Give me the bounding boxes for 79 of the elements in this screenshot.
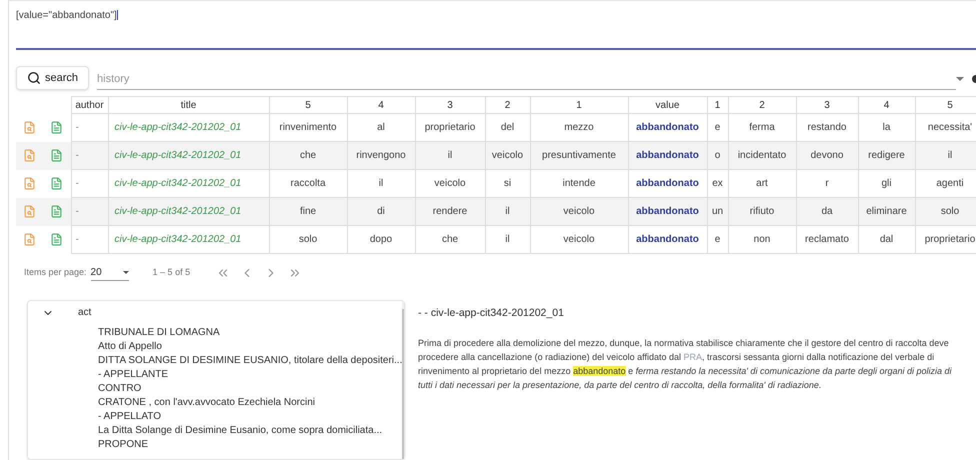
page-range: 1 – 5 of 5	[152, 266, 190, 280]
document-line: TRIBUNALE DI LOMAGNA	[98, 326, 221, 340]
table-cell: rendere	[415, 198, 485, 226]
table-cell: presuntivamente	[530, 142, 628, 170]
document-paragraph: Prima di procedere alla demolizione del mezzo, dunque, la normativa stabilisce chiaramente che il gestore del centro di raccolta deve procedere alla cancellazione (o radiazione) del veicolo affidato dal PRA, trascorsi sessanta giorni dalla notificazione del verbale di rinvenimento al proprietario del mezzo abbandonato e ferma restando la necessita' di comunicazione da parte degli organi di polizia di tutti i dati necessari per la presentazione, da parte del centro di raccolta, della formalita' di radiazione.	[418, 336, 953, 392]
column-header: 2	[485, 96, 530, 114]
table-cell: un	[707, 198, 728, 226]
items-per-page-label: Items per page:	[24, 266, 87, 280]
document-line: CRATONE , con l'avv.avvocato Ezechiela Norcini	[98, 396, 316, 410]
search-document-icon[interactable]	[23, 148, 36, 162]
search-document-icon[interactable]	[23, 120, 36, 134]
table-cell: di	[347, 198, 415, 226]
table-cell: veicolo	[530, 226, 628, 254]
document-line: CONTRO	[98, 382, 142, 396]
query-field[interactable]: [value="abbandonato"]	[16, 8, 976, 50]
table-cell: abbandonato	[628, 198, 707, 226]
table-cell: -	[71, 198, 108, 226]
table-cell: rinvengono	[347, 142, 415, 170]
column-header: title	[108, 96, 269, 114]
title-link[interactable]: civ-le-app-cit342-201202_01	[108, 198, 269, 226]
document-line: La Ditta Solange di Desimine Eusanio, come sopra domiciliata...	[98, 424, 384, 438]
table-cell: che	[415, 226, 485, 254]
table-cell: veicolo	[530, 198, 628, 226]
document-icon[interactable]	[50, 120, 64, 134]
table-cell: abbandonato	[628, 142, 707, 170]
table-cell: abbandonato	[628, 226, 707, 254]
column-header: value	[628, 96, 707, 114]
search-document-icon[interactable]	[23, 204, 36, 218]
table-cell: il	[485, 226, 530, 254]
table-cell: dopo	[347, 226, 415, 254]
table-cell: o	[707, 142, 728, 170]
table-cell: solo	[269, 226, 347, 254]
document-icon[interactable]	[50, 148, 64, 162]
table-cell: veicolo	[485, 142, 530, 170]
table-cell: che	[269, 142, 347, 170]
dropdown-caret-icon	[956, 77, 964, 81]
table-cell: il	[415, 142, 485, 170]
search-icon	[27, 71, 41, 85]
table-cell: dal	[858, 226, 915, 254]
document-line: - APPELLATO	[98, 410, 162, 424]
document-line: - APPELLANTE	[98, 368, 170, 382]
column-header: 1	[530, 96, 628, 114]
table-cell: incidentato	[728, 142, 796, 170]
table-cell: redigere	[858, 142, 915, 170]
search-document-icon[interactable]	[23, 176, 36, 190]
column-header: 1	[707, 96, 728, 114]
title-link[interactable]: civ-le-app-cit342-201202_01	[108, 142, 269, 170]
column-header: 3	[796, 96, 858, 114]
column-header: 5	[915, 96, 976, 114]
table-cell: e	[707, 226, 728, 254]
document-icon[interactable]	[50, 176, 64, 190]
column-header: 4	[347, 96, 415, 114]
column-header: author	[71, 96, 108, 114]
table-cell: non	[728, 226, 796, 254]
document-line: DITTA SOLANGE DI DESIMINE EUSANIO, titolare della depositeri...	[98, 354, 402, 368]
table-cell: reclamato	[796, 226, 858, 254]
table-cell: -	[71, 142, 108, 170]
document-icon[interactable]	[50, 204, 64, 218]
table-cell: da	[796, 198, 858, 226]
table-cell: fine	[269, 198, 347, 226]
document-title: - - civ-le-app-cit342-201202_01	[418, 306, 565, 321]
table-cell: eliminare	[858, 198, 915, 226]
page-size-select[interactable]: 20	[90, 265, 129, 281]
table-cell: rifiuto	[728, 198, 796, 226]
table-cell: il	[485, 198, 530, 226]
document-icon[interactable]	[50, 232, 64, 246]
column-header: 3	[415, 96, 485, 114]
column-header: 5	[269, 96, 347, 114]
document-line: Atto di Appello	[98, 340, 163, 354]
title-link[interactable]: civ-le-app-cit342-201202_01	[108, 226, 269, 254]
search-document-icon[interactable]	[23, 232, 36, 246]
history-field[interactable]: history	[97, 68, 956, 90]
table-cell: devono	[796, 142, 858, 170]
table-cell: -	[71, 226, 108, 254]
tree-node-label[interactable]: act	[78, 305, 92, 320]
document-line: PROPONE	[98, 438, 150, 452]
column-header: 4	[858, 96, 915, 114]
search-button[interactable]: search	[16, 66, 90, 90]
column-header: 2	[728, 96, 796, 114]
